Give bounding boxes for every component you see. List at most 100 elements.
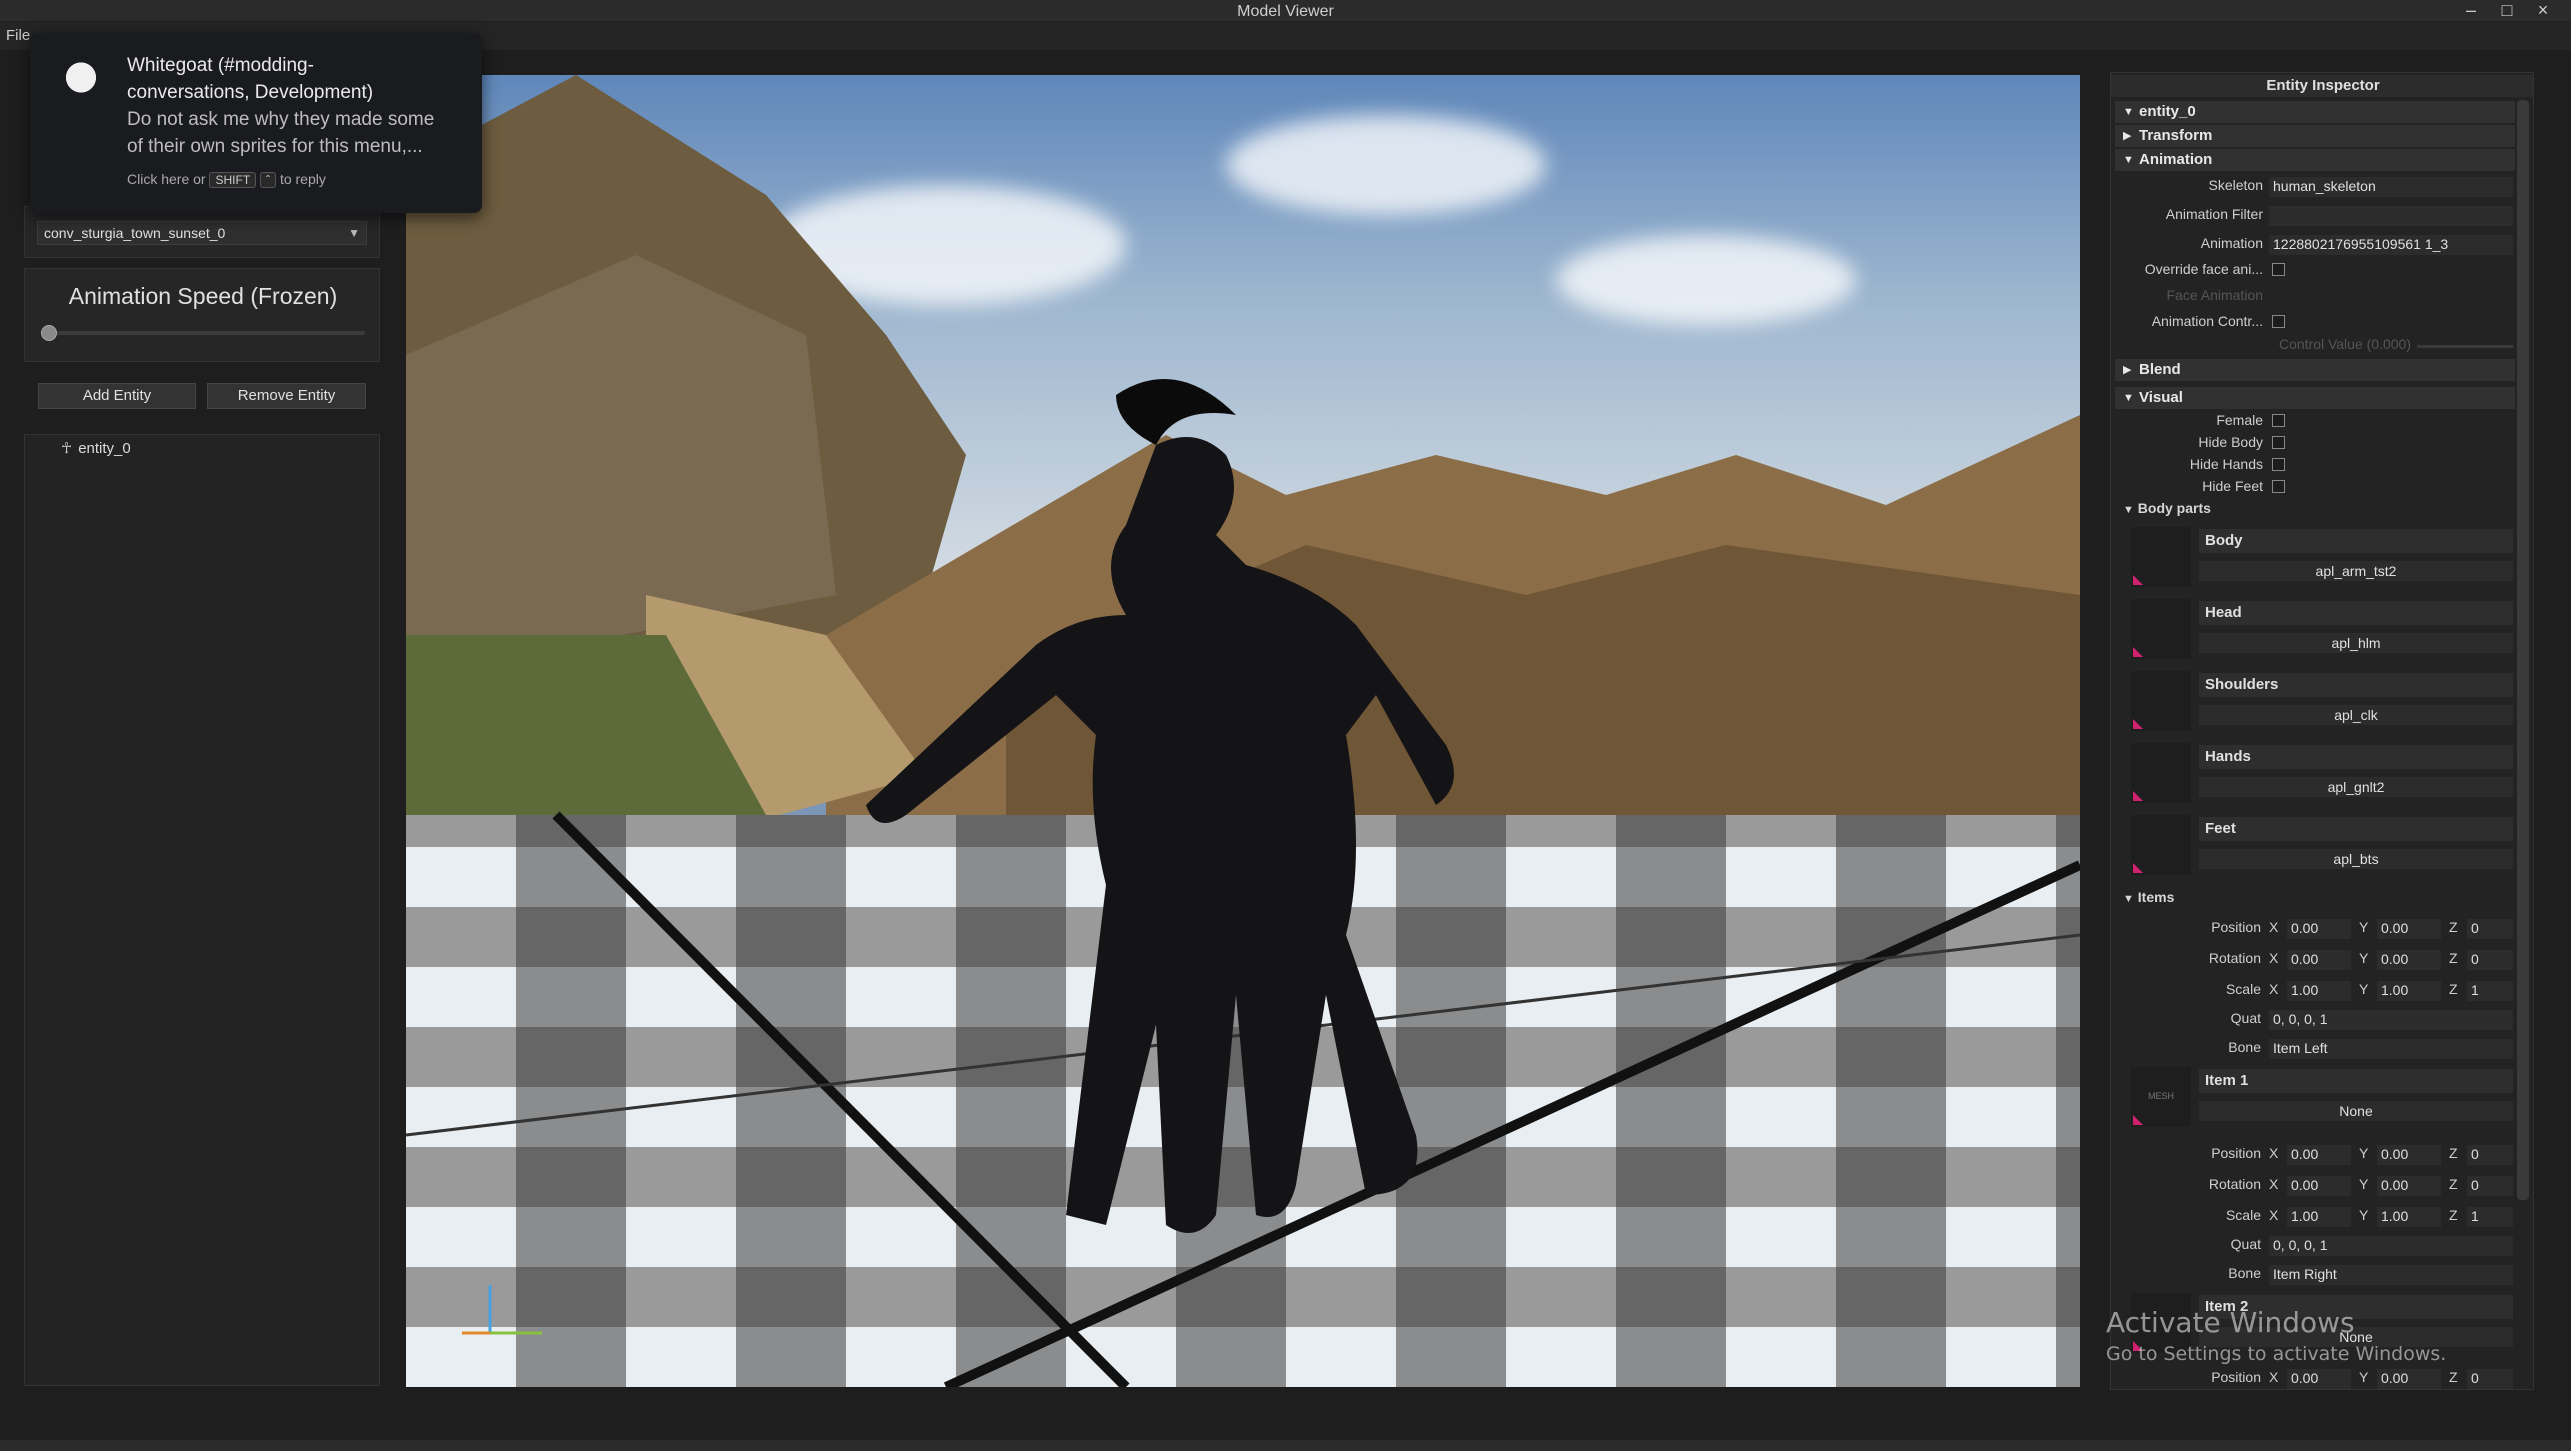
watermark-subtitle: Go to Settings to activate Windows. xyxy=(2106,1343,2447,1365)
animation-label: Animation xyxy=(2200,235,2263,251)
feet-thumbnail xyxy=(2131,815,2191,875)
rotation-x-field[interactable]: 0.00 xyxy=(2287,950,2351,970)
animation-filter-field[interactable] xyxy=(2269,206,2513,226)
hint-text: Click here or xyxy=(127,171,206,187)
close-button[interactable]: × xyxy=(2526,0,2560,22)
activation-watermark: Activate Windows Go to Settings to activ… xyxy=(2106,1306,2446,1365)
hide-hands-checkbox[interactable] xyxy=(2272,458,2285,471)
notification-author: Whitegoat (#modding- xyxy=(127,55,314,76)
tree-item-entity-0[interactable]: ☥ entity_0 xyxy=(61,439,131,457)
part-mesh[interactable]: apl_clk xyxy=(2199,705,2513,725)
y-label: Y xyxy=(2359,1176,2369,1192)
y-label: Y xyxy=(2359,1369,2369,1385)
override-face-label: Override face ani... xyxy=(2144,261,2263,277)
notification-message: Do not ask me why they made some xyxy=(127,109,435,130)
scale-label: Scale xyxy=(2225,981,2261,997)
item-mesh[interactable]: None xyxy=(2199,1101,2513,1121)
item-1[interactable]: MESH Item 1 None xyxy=(2131,1067,2513,1135)
speed-slider-handle[interactable] xyxy=(41,325,57,341)
entity-inspector: Entity Inspector ▼ entity_0 ▶ Transform ▼ A… xyxy=(2110,72,2534,1390)
hide-feet-checkbox[interactable] xyxy=(2272,480,2285,493)
3d-viewport[interactable] xyxy=(406,75,2080,1387)
part-mesh[interactable]: apl_hlm xyxy=(2199,633,2513,653)
item-2-position-row: Position X 0.00 Y 0.00 Z 0 xyxy=(2111,1369,2513,1389)
shift-key: SHIFT xyxy=(209,172,257,188)
items-header[interactable]: ▼ Items xyxy=(2123,889,2525,909)
body-parts-header[interactable]: ▼ Body parts xyxy=(2123,500,2525,520)
part-mesh[interactable]: apl_gnlt2 xyxy=(2199,777,2513,797)
entity-header[interactable]: ▼ entity_0 xyxy=(2115,101,2515,123)
scale-z-field[interactable]: 1 xyxy=(2467,1207,2513,1227)
scale-z-field[interactable]: 1 xyxy=(2467,981,2513,1001)
rotation-x-field[interactable]: 0.00 xyxy=(2287,1176,2351,1196)
inspector-scrollbar[interactable] xyxy=(2517,100,2529,1200)
bone-field[interactable]: Item Right xyxy=(2269,1265,2513,1285)
part-mesh[interactable]: apl_bts xyxy=(2199,849,2513,869)
triangle-down-icon: ▼ xyxy=(2123,154,2134,166)
bone-label: Bone xyxy=(2228,1265,2261,1281)
mesh-thumbnail: MESH xyxy=(2131,1067,2191,1127)
animation-control-checkbox[interactable] xyxy=(2272,315,2285,328)
body-thumbnail xyxy=(2131,527,2191,587)
scale-x-field[interactable]: 1.00 xyxy=(2287,1207,2351,1227)
scale-label: Scale xyxy=(2225,1207,2261,1223)
y-label: Y xyxy=(2359,1145,2369,1161)
position-y-field[interactable]: 0.00 xyxy=(2377,919,2441,939)
minimize-button[interactable]: – xyxy=(2454,0,2488,22)
maximize-button[interactable]: □ xyxy=(2490,0,2524,22)
hide-body-checkbox[interactable] xyxy=(2272,436,2285,449)
part-mesh[interactable]: apl_arm_tst2 xyxy=(2199,561,2513,581)
animation-field[interactable]: 1228802176955109561 1_3 xyxy=(2269,235,2513,255)
skeleton-field[interactable]: human_skeleton xyxy=(2269,177,2513,197)
position-x-field[interactable]: 0.00 xyxy=(2287,919,2351,939)
quat-field[interactable]: 0, 0, 0, 1 xyxy=(2269,1010,2513,1030)
body-part-shoulders[interactable]: Shoulders apl_clk xyxy=(2131,671,2513,739)
section-animation[interactable]: ▼ Animation xyxy=(2115,149,2515,171)
control-value-slider[interactable] xyxy=(2417,345,2513,348)
caret-key: ˆ xyxy=(260,172,277,188)
scene-select[interactable]: conv_sturgia_town_sunset_0 ▼ xyxy=(37,221,367,245)
position-z-field[interactable]: 0 xyxy=(2467,1145,2513,1165)
remove-entity-button[interactable]: Remove Entity xyxy=(207,383,366,409)
rotation-label: Rotation xyxy=(2208,1176,2261,1192)
y-label: Y xyxy=(2359,919,2369,935)
face-animation-label: Face Animation xyxy=(2166,287,2264,303)
body-part-feet[interactable]: Feet apl_bts xyxy=(2131,815,2513,883)
body-part-hands[interactable]: Hands apl_gnlt2 xyxy=(2131,743,2513,811)
entity-tree: ☥ entity_0 xyxy=(24,434,380,1386)
speed-slider[interactable] xyxy=(43,331,365,335)
rotation-y-field[interactable]: 0.00 xyxy=(2377,950,2441,970)
position-z-field[interactable]: 0 xyxy=(2467,1369,2513,1389)
section-transform[interactable]: ▶ Transform xyxy=(2115,125,2515,147)
section-blend[interactable]: ▶ Blend xyxy=(2115,359,2515,381)
position-x-field[interactable]: 0.00 xyxy=(2287,1145,2351,1165)
scene-group: conv_sturgia_town_sunset_0 ▼ xyxy=(24,206,380,258)
scale-y-field[interactable]: 1.00 xyxy=(2377,1207,2441,1227)
mesh-thumb-label: MESH xyxy=(2148,1091,2175,1101)
position-z-field[interactable]: 0 xyxy=(2467,919,2513,939)
scale-x-field[interactable]: 1.00 xyxy=(2287,981,2351,1001)
female-checkbox[interactable] xyxy=(2272,414,2285,427)
body-part-body[interactable]: Body apl_arm_tst2 xyxy=(2131,527,2513,595)
discord-notification[interactable]: Whitegoat (#modding- conversations, Deve… xyxy=(30,33,482,213)
title-bar: Model Viewer – □ × xyxy=(0,0,2571,22)
scale-y-field[interactable]: 1.00 xyxy=(2377,981,2441,1001)
position-y-field[interactable]: 0.00 xyxy=(2377,1145,2441,1165)
menu-file[interactable]: File xyxy=(6,27,30,44)
override-face-checkbox[interactable] xyxy=(2272,263,2285,276)
notification-message-2: of their own sprites for this menu,... xyxy=(127,136,423,157)
body-part-head[interactable]: Head apl_hlm xyxy=(2131,599,2513,667)
bone-field[interactable]: Item Left xyxy=(2269,1039,2513,1059)
quat-field[interactable]: 0, 0, 0, 1 xyxy=(2269,1236,2513,1256)
entity-name: entity_0 xyxy=(2139,103,2196,120)
rotation-z-field[interactable]: 0 xyxy=(2467,950,2513,970)
add-entity-button[interactable]: Add Entity xyxy=(38,383,196,409)
position-y-field[interactable]: 0.00 xyxy=(2377,1369,2441,1389)
position-x-field[interactable]: 0.00 xyxy=(2287,1369,2351,1389)
z-label: Z xyxy=(2449,1207,2458,1223)
section-visual[interactable]: ▼ Visual xyxy=(2115,387,2515,409)
x-label: X xyxy=(2269,981,2279,997)
rotation-y-field[interactable]: 0.00 xyxy=(2377,1176,2441,1196)
y-label: Y xyxy=(2359,950,2369,966)
rotation-z-field[interactable]: 0 xyxy=(2467,1176,2513,1196)
